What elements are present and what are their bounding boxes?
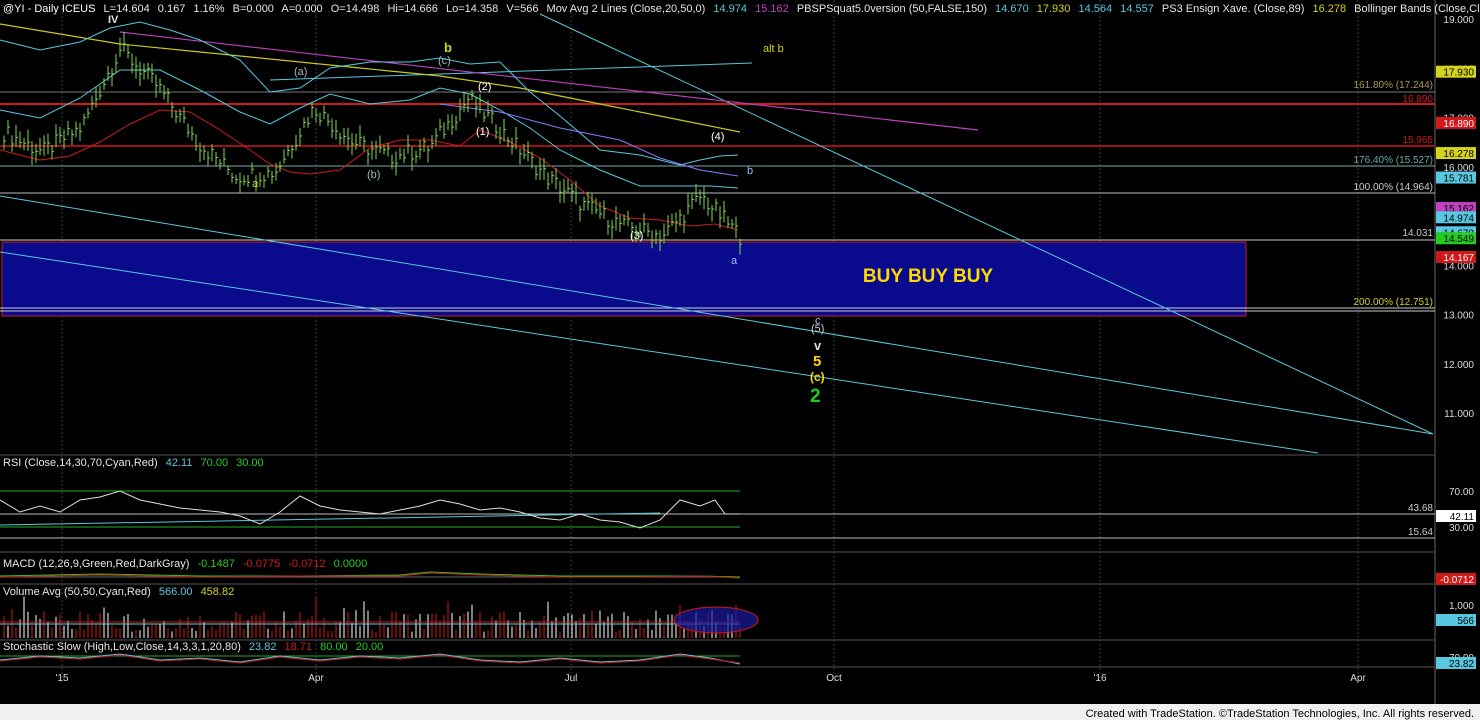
macd-signal: -0.0775 — [242, 558, 281, 570]
rsi-level-43: 43.68 — [1408, 503, 1433, 514]
buy-zone-box — [1, 241, 1247, 317]
macd-tag-label: -0.0712 — [1440, 575, 1474, 586]
volume-highlight-ellipse — [673, 606, 759, 634]
price-tag-label: 14.549 — [1443, 234, 1474, 245]
wave-label-paren-c: (c) — [438, 55, 451, 67]
wave-label-p5: (5) — [811, 323, 824, 335]
chart-canvas: BUY BUY BUY IV a (a) (b) b (c) (1) (2) (… — [0, 0, 1480, 720]
last-price: L=14.604 — [103, 3, 150, 15]
date-tick-label: '15 — [55, 673, 68, 684]
stoch-tag-label: 23.82 — [1449, 659, 1474, 670]
bollinger-label: Bollinger Bands (Close,Clo — [1354, 3, 1480, 15]
stoch-overbought: 80.00 — [320, 641, 348, 653]
macd-zero: 0.0000 — [333, 558, 368, 570]
pbs-value-4: 14.557 — [1120, 3, 1154, 15]
macd-value: -0.1487 — [197, 558, 235, 570]
price-tick-label: 19.000 — [1443, 15, 1474, 26]
ask-value: A=0.000 — [281, 3, 323, 15]
volume-avg-value-2: 458.82 — [200, 586, 235, 598]
change-value: 0.167 — [157, 3, 186, 15]
rsi-value: 42.11 — [165, 457, 193, 469]
date-tick-label: Apr — [308, 673, 324, 684]
price-tag-label: 16.890 — [1443, 119, 1474, 130]
price-panel-header: @YI - Daily ICEUS L=14.604 0.167 1.16% B… — [3, 3, 1480, 15]
rsi-tick-label: 70.00 — [1449, 487, 1474, 498]
fib-1618-label: 161.80% (17.244) — [1353, 80, 1433, 91]
level-14031-label: 14.031 — [1402, 228, 1433, 239]
rsi-level-15: 15.64 — [1408, 527, 1433, 538]
macd-label: MACD (12,26,9,Green,Red,DarkGray) — [3, 558, 190, 570]
pbs-label: PBSPSquat5.0version (50,FALSE,150) — [796, 3, 987, 15]
macd-diff: -0.0712 — [288, 558, 326, 570]
ma-value-1: 14.974 — [713, 3, 748, 15]
date-tick-label: Oct — [826, 673, 842, 684]
stoch-panel-header: Stochastic Slow (High,Low,Close,14,3,3,1… — [3, 641, 388, 653]
volume-tag-label: 566 — [1457, 616, 1474, 627]
ensign-label: PS3 Ensign Xave. (Close,89) — [1161, 3, 1305, 15]
price-tag-label: 14.167 — [1443, 253, 1474, 264]
stoch-d-value: 18.71 — [284, 641, 313, 653]
level-15965-label: 15.965 — [1402, 135, 1433, 146]
price-tick-label: 12.000 — [1443, 360, 1474, 371]
bid-value: B=0.000 — [232, 3, 274, 15]
volume-panel-header: Volume Avg (50,50,Cyan,Red) 566.00 458.8… — [3, 586, 239, 598]
pbs-value-3: 14.564 — [1078, 3, 1113, 15]
date-tick-label: '16 — [1093, 673, 1106, 684]
ensign-value: 16.278 — [1312, 3, 1347, 15]
high-value: Hi=14.666 — [387, 3, 438, 15]
wave-label-two: 2 — [810, 386, 821, 407]
wave-label-pc-low: (c) — [810, 370, 825, 384]
date-tick-label: Jul — [565, 673, 578, 684]
wave-label-a-right: a — [731, 255, 738, 267]
wave-label-p2: (2) — [478, 81, 491, 93]
macd-panel-header: MACD (12,26,9,Green,Red,DarkGray) -0.148… — [3, 558, 372, 570]
rsi-oversold: 30.00 — [236, 457, 264, 469]
low-value: Lo=14.358 — [445, 3, 499, 15]
wave-label-p4: (4) — [711, 131, 724, 143]
stoch-label: Stochastic Slow (High,Low,Close,14,3,3,1… — [3, 641, 241, 653]
price-tag-label: 16.278 — [1443, 149, 1474, 160]
ma-value-2: 15.162 — [755, 3, 789, 15]
price-tick-label: 11.000 — [1444, 409, 1474, 420]
fib-1764-label: 176.40% (15.527) — [1353, 155, 1433, 166]
wave-label-paren-b: (b) — [367, 169, 380, 181]
fib-100-label: 100.00% (14.964) — [1353, 182, 1433, 193]
volume-avg-value-1: 566.00 — [158, 586, 193, 598]
wave-label-b-right: b — [747, 165, 753, 177]
price-tag-label: 14.974 — [1443, 213, 1474, 224]
wave-label-a1: a — [252, 178, 259, 190]
wave-label-p1: (1) — [476, 126, 489, 138]
symbol-label: @YI - Daily ICEUS — [3, 3, 96, 15]
wave-label-paren-a: (a) — [294, 66, 307, 78]
stoch-oversold: 20.00 — [355, 641, 384, 653]
rsi-label: RSI (Close,14,30,70,Cyan,Red) — [3, 457, 158, 469]
wave-label-IV: IV — [108, 14, 119, 26]
rsi-tag-label: 42.11 — [1450, 512, 1475, 523]
rsi-overbought: 70.00 — [200, 457, 229, 469]
open-value: O=14.498 — [330, 3, 380, 15]
price-tag-label: 15.781 — [1443, 174, 1474, 185]
buy-zone-label: BUY BUY BUY — [863, 266, 994, 287]
pbs-value-1: 14.670 — [995, 3, 1029, 15]
ma-label: Mov Avg 2 Lines (Close,20,50,0) — [546, 3, 706, 15]
wave-label-p3: (3) — [630, 230, 643, 242]
date-tick-label: Apr — [1350, 673, 1366, 684]
wave-label-v: v — [814, 338, 822, 353]
fib-200-label: 200.00% (12.751) — [1353, 297, 1433, 308]
pbs-value-2: 17.930 — [1036, 3, 1071, 15]
footer-credit: Created with TradeStation. ©TradeStation… — [1085, 708, 1474, 720]
price-tick-label: 13.000 — [1443, 311, 1474, 322]
wave-label-five: 5 — [813, 353, 821, 370]
volume-tick-label: 1,000 — [1449, 601, 1474, 612]
wave-label-alt-b: alt b — [763, 43, 784, 55]
volume-label: Volume Avg (50,50,Cyan,Red) — [3, 586, 151, 598]
level-16890-label: 16.890 — [1402, 94, 1433, 105]
wave-label-b-yellow: b — [444, 40, 452, 55]
price-tag-label: 17.930 — [1443, 68, 1474, 79]
rsi-panel-header: RSI (Close,14,30,70,Cyan,Red) 42.11 70.0… — [3, 457, 269, 469]
change-pct: 1.16% — [193, 3, 225, 15]
rsi-tick-label: 30.00 — [1449, 523, 1474, 534]
stoch-k-value: 23.82 — [248, 641, 277, 653]
volume-value: V=566 — [506, 3, 539, 15]
